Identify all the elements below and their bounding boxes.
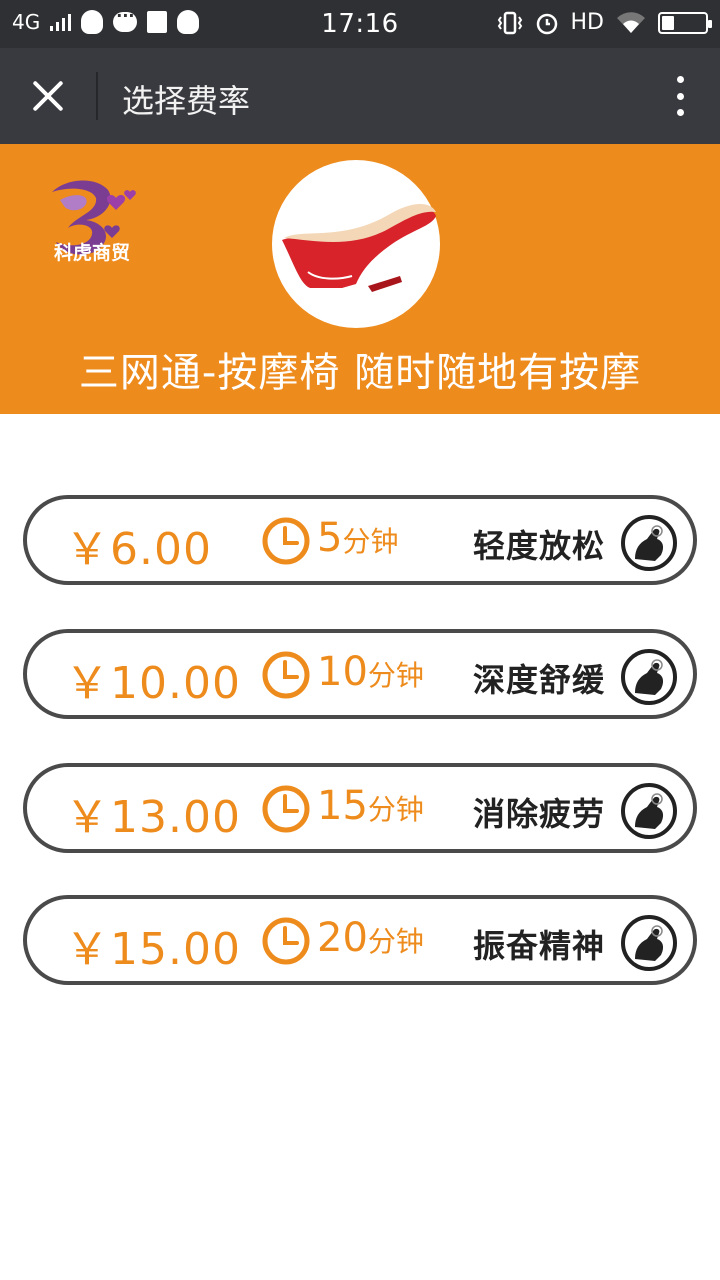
status-bar: 4G 17:16 HD [0,0,720,48]
rate-minutes: 10 [317,649,368,695]
rate-duration: 10分钟 [317,649,424,695]
rate-option-2[interactable]: ￥10.00 10分钟 深度舒缓 [23,629,697,719]
nav-bar: 选择费率 [0,48,720,144]
logo-text: 科虎商贸 [54,242,131,264]
clock-icon [262,651,310,699]
rate-price: ￥10.00 [65,658,241,709]
rate-duration: 20分钟 [317,915,424,961]
rate-duration: 15分钟 [317,783,424,829]
rate-minutes: 15 [317,783,368,829]
rate-unit: 分钟 [367,925,424,958]
touch-hand-icon [621,515,677,571]
nav-divider [96,72,98,120]
rate-price: ￥6.00 [65,524,212,575]
more-options-button[interactable] [670,76,690,116]
clock-icon [262,917,310,965]
status-right: HD [497,10,712,35]
rate-unit: 分钟 [342,525,399,558]
rate-label: 深度舒缓 [473,661,606,699]
rate-label: 轻度放松 [473,527,606,565]
close-button[interactable] [22,74,74,118]
touch-hand-icon [621,783,677,839]
rate-unit: 分钟 [367,793,424,826]
touch-hand-icon [621,915,677,971]
rate-unit: 分钟 [367,659,424,692]
alarm-icon [536,13,557,34]
page-title: 选择费率 [122,82,251,120]
rate-option-4[interactable]: ￥15.00 20分钟 振奋精神 [23,895,697,985]
rate-label: 振奋精神 [473,927,606,965]
touch-hand-icon [621,649,677,705]
rate-duration: 5分钟 [317,515,398,561]
wifi-icon [617,11,645,33]
rate-option-3[interactable]: ￥13.00 15分钟 消除疲劳 [23,763,697,853]
rate-price: ￥15.00 [65,924,241,975]
banner: 科虎商贸 三网通-按摩椅 随时随地有按摩 [0,144,720,414]
clock-icon [262,785,310,833]
banner-caption: 三网通-按摩椅 随时随地有按摩 [78,350,642,396]
clock-icon [262,517,310,565]
rate-minutes: 20 [317,915,368,961]
vibrate-icon [497,11,522,34]
rate-minutes: 5 [317,515,343,561]
rate-label: 消除疲劳 [473,795,606,833]
hd-indicator: HD [570,10,604,35]
rate-option-1[interactable]: ￥6.00 5分钟 轻度放松 [23,495,697,585]
massage-chair-image [272,160,440,328]
rate-price: ￥13.00 [65,792,241,843]
battery-icon [658,11,712,34]
